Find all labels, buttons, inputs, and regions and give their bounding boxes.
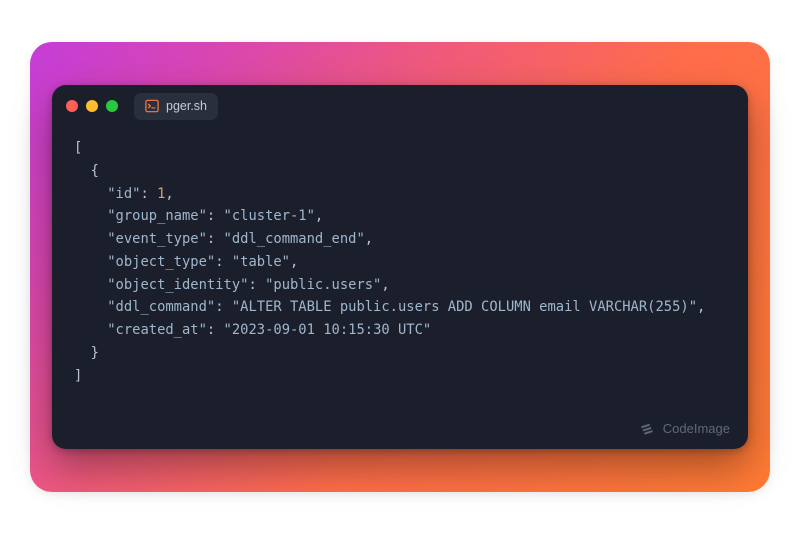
maximize-icon[interactable] (106, 100, 118, 112)
json-string: "public.users" (265, 277, 381, 293)
code-content: [ { "id": 1, "group_name": "cluster-1", … (52, 127, 748, 449)
codeimage-logo-icon (640, 420, 656, 436)
window-controls (66, 100, 118, 112)
watermark: CodeImage (640, 420, 730, 436)
json-key: "group_name" (107, 208, 207, 224)
json-string: "table" (232, 254, 290, 270)
json-key: "ddl_command" (107, 299, 215, 315)
window-titlebar: pger.sh (52, 85, 748, 127)
json-key: "object_type" (107, 254, 215, 270)
json-string: "ALTER TABLE public.users ADD COLUMN ema… (232, 299, 697, 315)
brace-close: } (91, 345, 99, 361)
json-string: "2023-09-01 10:15:30 UTC" (224, 322, 432, 338)
json-string: "ddl_command_end" (224, 231, 365, 247)
file-tab[interactable]: pger.sh (134, 93, 218, 120)
json-key: "object_identity" (107, 277, 248, 293)
bracket-open: [ (74, 140, 82, 156)
json-string: "cluster-1" (224, 208, 315, 224)
json-key: "event_type" (107, 231, 207, 247)
gradient-background: pger.sh [ { "id": 1, "group_name": "clus… (30, 42, 770, 492)
json-key: "created_at" (107, 322, 207, 338)
brace-open: { (91, 163, 99, 179)
tab-filename: pger.sh (166, 99, 207, 113)
code-window: pger.sh [ { "id": 1, "group_name": "clus… (52, 85, 748, 449)
bracket-close: ] (74, 368, 82, 384)
minimize-icon[interactable] (86, 100, 98, 112)
json-key: "id" (107, 186, 140, 202)
watermark-label: CodeImage (663, 421, 730, 436)
terminal-icon (145, 99, 159, 113)
close-icon[interactable] (66, 100, 78, 112)
